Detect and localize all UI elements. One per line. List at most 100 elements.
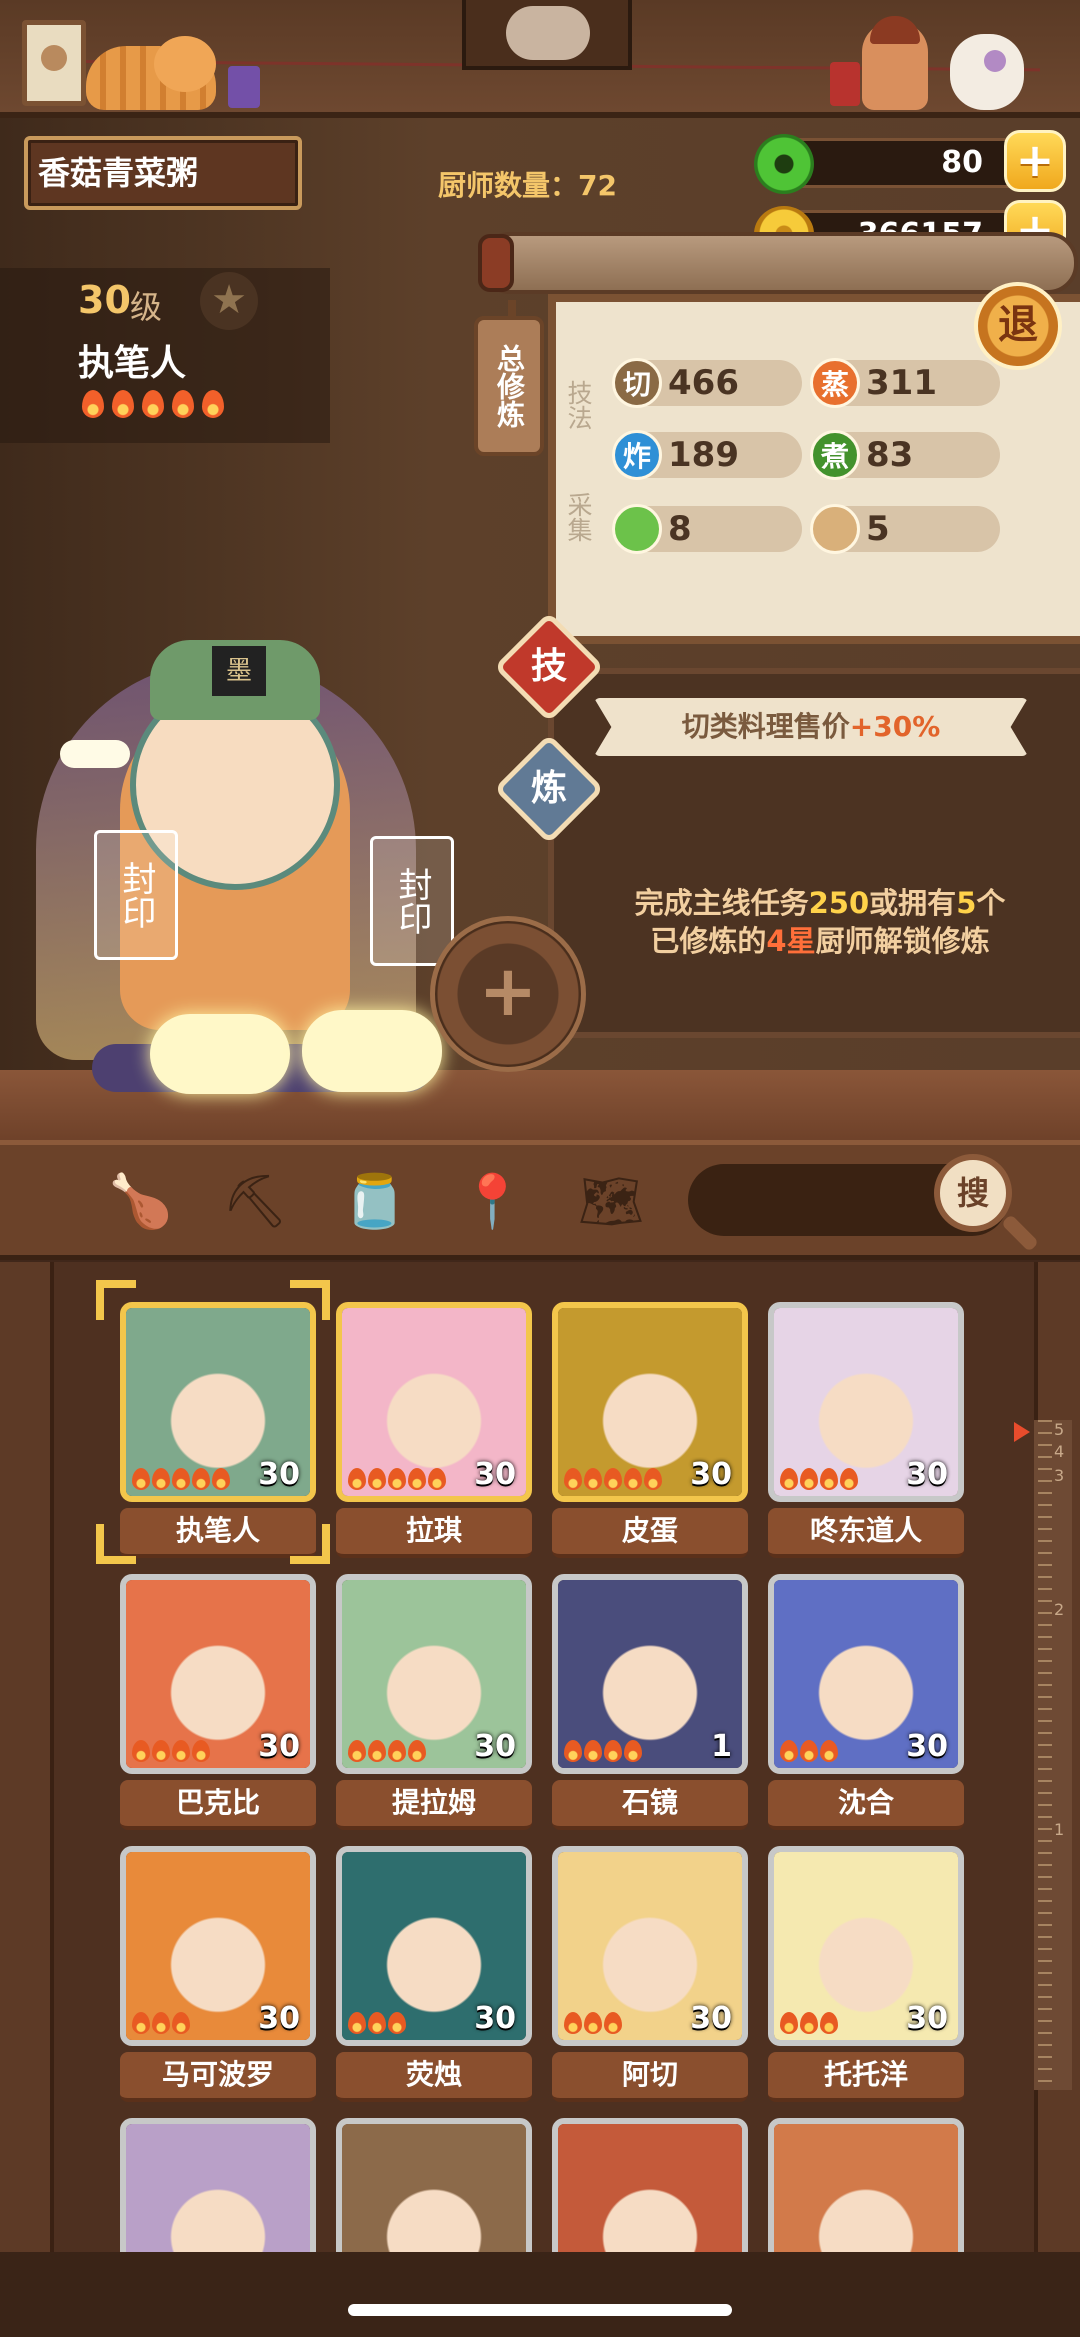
star-icon[interactable]: ★ <box>200 272 258 330</box>
chef-card[interactable]: 30 提拉姆 <box>336 1574 532 1832</box>
ruler-tick <box>1038 2044 1052 2046</box>
scroll-knob <box>478 234 514 292</box>
flame-icon <box>212 1468 230 1490</box>
chef-flame-rating <box>82 390 224 418</box>
ruler-tick <box>1038 1540 1052 1542</box>
ruler-tick <box>1038 1672 1052 1674</box>
chef-card[interactable]: 30 拉琪 <box>336 1302 532 1560</box>
dish-name-box[interactable]: 香菇青菜粥 <box>24 136 302 210</box>
jar-icon[interactable]: 🫙 <box>342 1170 407 1234</box>
ruler-tick <box>1038 2008 1052 2010</box>
chef-card[interactable]: 30 皮蛋 <box>552 1302 748 1560</box>
flame-icon <box>584 1740 602 1762</box>
glow-cloud <box>302 1010 442 1092</box>
buff-text: 切类料理售价 <box>681 710 850 743</box>
ruler-tick <box>1038 1732 1052 1734</box>
search-button[interactable]: 搜 <box>934 1154 1012 1232</box>
chef-flame-rating <box>564 1468 662 1490</box>
small-cloud <box>60 740 130 768</box>
chef-card[interactable]: 30 马可波罗 <box>120 1846 316 2104</box>
stat-cut-value: 466 <box>668 363 739 403</box>
chef-flame-rating <box>132 2012 190 2034</box>
chef-card[interactable]: 30 荧烛 <box>336 1846 532 2104</box>
flame-icon <box>388 2012 406 2034</box>
ruler-number: 2 <box>1054 1600 1065 1619</box>
flame-icon <box>388 1740 406 1762</box>
flame-icon <box>348 1468 366 1490</box>
chef-card-name: 执笔人 <box>120 1508 316 1558</box>
flame-icon <box>604 2012 622 2034</box>
unlock-text-4: 已修炼的 <box>650 924 767 958</box>
chef-card-name: 拉琪 <box>336 1508 532 1558</box>
stat-fry-value: 189 <box>668 435 739 475</box>
flame-icon <box>142 390 164 418</box>
flame-icon <box>408 1468 426 1490</box>
shovel-icon[interactable]: ⛏ <box>222 1170 288 1234</box>
ruler-tick <box>1038 1696 1052 1698</box>
chef-card-level: 30 <box>258 1729 300 1764</box>
ruler-tick <box>1038 1984 1052 1986</box>
ruler-tick <box>1038 1768 1052 1770</box>
add-jade-button[interactable]: + <box>1004 130 1066 192</box>
ruler-tick <box>1038 1432 1052 1434</box>
chef-card-name: 皮蛋 <box>552 1508 748 1558</box>
flame-icon <box>192 1468 210 1490</box>
ruler-tick <box>1038 1600 1052 1602</box>
flame-icon <box>112 390 134 418</box>
flame-icon <box>132 1740 150 1762</box>
unlock-count: 5 <box>956 886 977 920</box>
ruler-tick <box>1038 1840 1052 1842</box>
ruler-tick <box>1038 1456 1052 1458</box>
chef-flame-rating <box>132 1468 230 1490</box>
ruler-number: 5 <box>1054 1420 1065 1439</box>
chef-card[interactable]: 30 托托洋 <box>768 1846 964 2104</box>
flame-icon <box>820 1740 838 1762</box>
ruler-tick <box>1038 1468 1052 1470</box>
add-equipment-button[interactable]: + <box>430 916 586 1072</box>
chef-card[interactable]: 30 巴克比 <box>120 1574 316 1832</box>
drumstick-icon[interactable]: 🍗 <box>108 1170 173 1234</box>
seal-banner-left: 封印 <box>94 830 178 960</box>
buff-bonus: +30% <box>849 710 941 743</box>
chef-card[interactable]: 30 阿切 <box>552 1846 748 2104</box>
flame-icon <box>604 1740 622 1762</box>
total-refine-tag[interactable]: 总修炼 <box>474 316 544 456</box>
flame-icon <box>820 1468 838 1490</box>
home-indicator[interactable] <box>348 2304 732 2316</box>
chef-card-level: 30 <box>474 1457 516 1492</box>
unlock-hint: 完成主线任务250或拥有5个 已修炼的4星厨师解锁修炼 <box>590 884 1050 960</box>
seal-banner-right: 封印 <box>370 836 454 966</box>
chef-flame-rating <box>348 1740 426 1762</box>
ruler-tick <box>1038 1792 1052 1794</box>
retreat-button[interactable]: 退 <box>974 282 1062 370</box>
flame-icon <box>152 1740 170 1762</box>
location-pin-icon[interactable]: 📍 <box>460 1170 525 1234</box>
chef-card-level: 30 <box>690 2001 732 2036</box>
flame-icon <box>780 2012 798 2034</box>
unlock-text-5: 厨师解锁修炼 <box>815 924 990 958</box>
ruler-tick <box>1038 1912 1052 1914</box>
ruler-tick <box>1038 1780 1052 1782</box>
chef-portrait: 30 <box>768 1846 964 2046</box>
chef-level-unit: 级 <box>130 288 163 326</box>
chef-card[interactable]: 30 执笔人 <box>120 1302 316 1560</box>
chef-card[interactable]: 30 沈合 <box>768 1574 964 1832</box>
chef-card-name: 提拉姆 <box>336 1780 532 1830</box>
ruler-tick <box>1038 1588 1052 1590</box>
ruler-tick <box>1038 1804 1052 1806</box>
flame-icon <box>172 2012 190 2034</box>
flame-icon <box>348 1740 366 1762</box>
flame-icon <box>840 1468 858 1490</box>
chef-card-level: 30 <box>258 2001 300 2036</box>
flame-icon <box>584 1468 602 1490</box>
map-question-icon[interactable]: 🗺 <box>578 1170 644 1234</box>
flame-icon <box>202 390 224 418</box>
chef-card[interactable]: 1 石镜 <box>552 1574 748 1832</box>
boil-icon: 煮 <box>810 430 860 480</box>
chef-card[interactable]: 30 咚东道人 <box>768 1302 964 1560</box>
scroll-position-arrow[interactable] <box>1014 1422 1030 1442</box>
chef-card-name: 巴克比 <box>120 1780 316 1830</box>
flame-icon <box>428 1468 446 1490</box>
star-filter-scrollbar[interactable]: 5 4 3 2 1 <box>1034 1420 1072 2090</box>
ruler-tick <box>1038 1612 1052 1614</box>
